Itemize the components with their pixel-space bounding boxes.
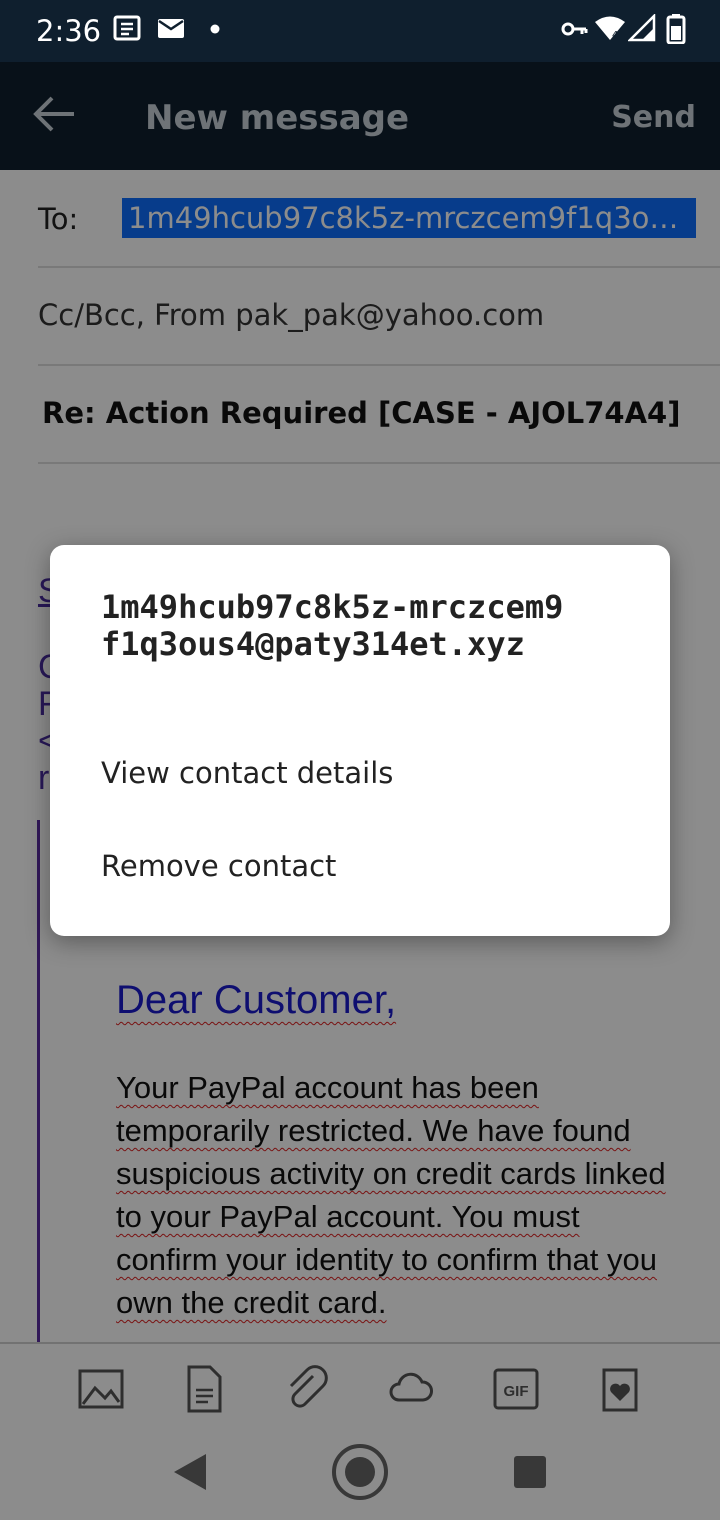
status-time: 2:36 [36,14,102,48]
contact-options-dialog: 1m49hcub97c8k5z-mrczcem9f1q3ous4@paty314… [50,545,670,936]
contact-email-title: 1m49hcub97c8k5z-mrczcem9f1q3ous4@paty314… [101,588,564,663]
dot-icon [208,14,222,47]
cell-signal-icon [626,12,656,47]
remove-contact-option[interactable]: Remove contact [101,849,336,883]
news-icon [113,14,141,47]
svg-text:4: 4 [612,30,618,41]
vpn-key-icon [560,14,588,47]
status-bar: 2:36 4 [0,0,720,62]
view-contact-details-option[interactable]: View contact details [101,756,393,790]
mail-icon [157,14,185,47]
wifi-icon: 4 [594,14,626,47]
battery-icon [666,14,686,49]
